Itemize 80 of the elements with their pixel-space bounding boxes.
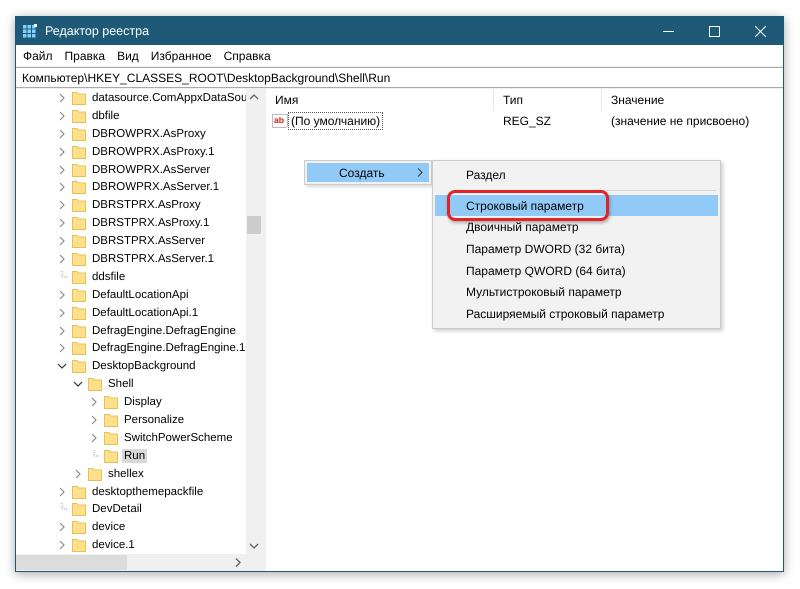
window-title: Редактор реестра: [45, 24, 150, 38]
scroll-thumb[interactable]: [16, 555, 127, 570]
string-value-icon: ab: [272, 114, 288, 128]
folder-icon: [72, 270, 86, 284]
folder-icon: [72, 484, 86, 499]
tree-item[interactable]: desktopthemepackfile: [90, 484, 206, 499]
menu-item[interactable]: Файл: [17, 48, 59, 62]
tree-item[interactable]: Shell: [106, 377, 136, 392]
folder-icon: [72, 144, 86, 159]
column-header[interactable]: Тип: [503, 93, 524, 107]
menu-item[interactable]: Вид: [111, 48, 145, 62]
folder-icon: [72, 502, 86, 516]
folder-icon: [72, 180, 86, 194]
column-header[interactable]: Значение: [611, 93, 664, 107]
folder-icon: [72, 341, 86, 356]
folder-icon: [72, 538, 86, 552]
folder-icon: [72, 520, 86, 534]
chevron-right-icon: [417, 168, 423, 177]
value-name[interactable]: (По умолчанию): [288, 112, 384, 130]
menu-item[interactable]: Расширяемый строковый параметр: [435, 303, 718, 325]
tree-item[interactable]: device.1: [90, 538, 137, 552]
folder-icon: [88, 377, 102, 392]
tree-item[interactable]: DefaultLocationApi.1: [90, 306, 200, 320]
folder-icon: [72, 359, 86, 374]
tree-item[interactable]: DBROWPRX.AsServer.1: [90, 180, 222, 194]
folder-icon: [72, 288, 86, 302]
app-icon: [23, 24, 37, 38]
menu-item[interactable]: Правка: [58, 48, 112, 62]
tree-item[interactable]: DBRSTPRX.AsServer.1: [90, 252, 216, 266]
tree-item[interactable]: device: [90, 520, 128, 534]
tree-item[interactable]: DBROWPRX.AsProxy.1: [90, 144, 216, 159]
menu-item[interactable]: Двоичный параметр: [435, 216, 718, 238]
scroll-thumb[interactable]: [247, 216, 261, 234]
tree-item[interactable]: shellex: [106, 466, 146, 481]
address-bar[interactable]: Компьютер\HKEY_CLASSES_ROOT\DesktopBackground\Shell\Run: [16, 67, 783, 88]
tree-item[interactable]: DBRSTPRX.AsProxy.1: [90, 216, 212, 230]
tree-item[interactable]: DevDetail: [90, 502, 144, 516]
tree-item[interactable]: DesktopBackground: [90, 359, 198, 374]
menu-item[interactable]: Мультистроковый параметр: [435, 281, 718, 304]
folder-icon: [72, 324, 86, 338]
column-header[interactable]: Имя: [275, 93, 298, 107]
folder-icon: [104, 430, 118, 445]
tree-item[interactable]: DBROWPRX.AsServer: [90, 162, 212, 176]
folder-icon: [72, 162, 86, 176]
folder-icon: [88, 466, 102, 481]
tree-item[interactable]: DefaultLocationApi: [90, 288, 191, 302]
tree-item[interactable]: Display: [122, 395, 164, 410]
tree-item[interactable]: dbfile: [90, 108, 122, 123]
tree-item[interactable]: Personalize: [122, 412, 186, 427]
folder-icon: [72, 126, 86, 141]
folder-icon: [104, 412, 118, 427]
value-data: (значение не присвоено): [610, 114, 750, 128]
folder-icon: [72, 252, 86, 266]
folder-icon: [72, 306, 86, 320]
menu-item[interactable]: Параметр DWORD (32 бита): [435, 238, 718, 260]
tree-item[interactable]: Run: [122, 448, 148, 463]
menu-item[interactable]: Параметр QWORD (64 бита): [435, 260, 718, 282]
maximize-icon: [708, 26, 720, 36]
tree-item[interactable]: DefragEngine.DefragEngine.1: [90, 341, 246, 356]
folder-icon: [72, 216, 86, 230]
value-type: REG_SZ: [502, 114, 552, 128]
tree-item[interactable]: SwitchPowerScheme: [122, 430, 235, 445]
tree-item[interactable]: DBRSTPRX.AsProxy: [90, 198, 203, 212]
horizontal-scrollbar[interactable]: [16, 554, 246, 571]
tree-item[interactable]: DBROWPRX.AsProxy: [90, 126, 208, 141]
menu-item[interactable]: Избранное: [144, 48, 218, 62]
close-icon: [754, 26, 766, 36]
tree-item[interactable]: ddsfile: [90, 270, 128, 284]
tree-item[interactable]: DBRSTPRX.AsServer: [90, 234, 208, 248]
folder-icon: [72, 198, 86, 212]
menu-item[interactable]: Раздел: [435, 164, 718, 186]
folder-icon: [72, 234, 86, 248]
tree-item[interactable]: DefragEngine.DefragEngine: [90, 324, 238, 338]
folder-icon: [72, 90, 86, 105]
menu-item[interactable]: Создать: [307, 163, 429, 182]
menu-item[interactable]: Справка: [218, 48, 277, 62]
menu-item[interactable]: Строковый параметр: [435, 194, 718, 216]
folder-icon: [104, 448, 118, 463]
folder-icon: [104, 395, 118, 410]
folder-icon: [72, 108, 86, 123]
